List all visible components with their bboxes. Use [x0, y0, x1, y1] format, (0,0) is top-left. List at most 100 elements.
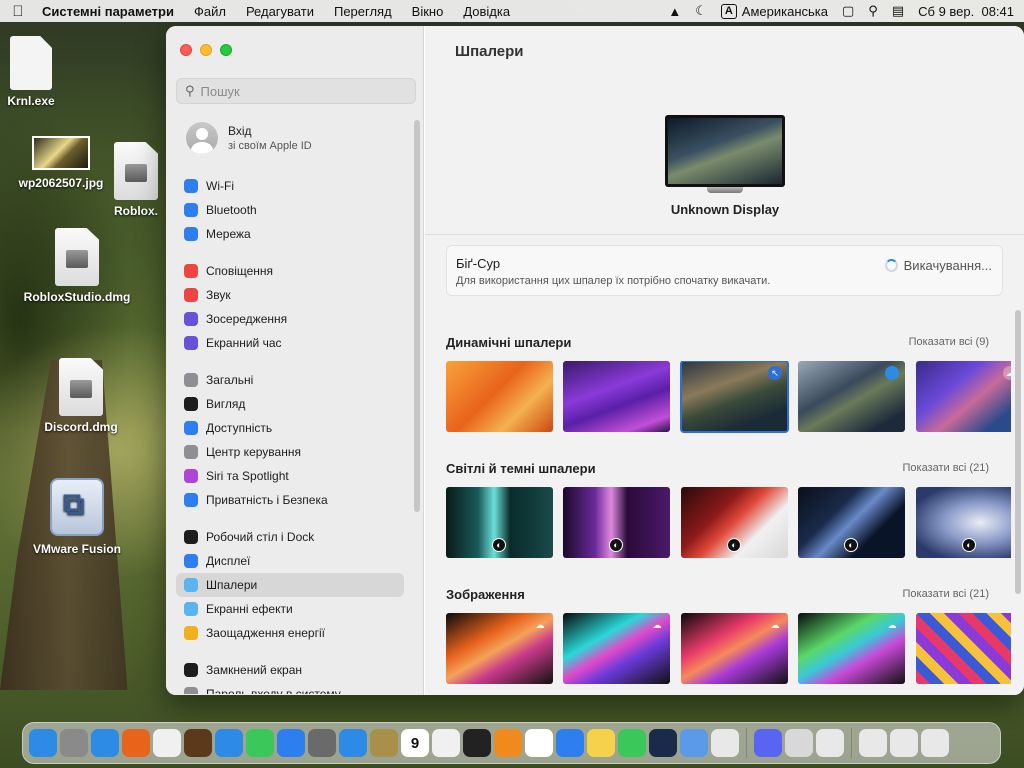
wallpaper-thumbnail[interactable] [563, 361, 670, 432]
menu-view[interactable]: Перегляд [334, 4, 392, 19]
vlc-status-icon[interactable]: ▲ [668, 4, 681, 19]
desktop-file-discord[interactable]: Discord.dmg [26, 358, 136, 434]
sidebar-item-bell[interactable]: Сповіщення [176, 259, 404, 283]
wallpaper-thumbnail[interactable]: ☁ [563, 613, 670, 684]
display-icon [184, 554, 198, 568]
sidebar-item-wallpaper[interactable]: Шпалери [176, 573, 404, 597]
minimize-button[interactable] [200, 44, 212, 56]
dock-app-app-store-icon[interactable] [215, 729, 243, 757]
dock-app-discord-icon[interactable] [754, 729, 782, 757]
menu-app-name[interactable]: Системні параметри [42, 4, 174, 19]
dock-app-mail-icon[interactable] [339, 729, 367, 757]
menu-window[interactable]: Вікно [412, 4, 444, 19]
dock-app-calendar-icon[interactable]: 9 [401, 729, 429, 757]
dock-app-terminal-icon[interactable] [463, 729, 491, 757]
sidebar-item-bulb[interactable]: Заощадження енергії [176, 621, 404, 645]
dock-app-quicktime-icon[interactable] [649, 729, 677, 757]
dock-app-finder-icon[interactable] [29, 729, 57, 757]
key-icon [184, 687, 198, 694]
wallpaper-thumbnail[interactable]: ☁ [446, 613, 553, 684]
wallpaper-thumbnail[interactable]: ☁ [916, 361, 1011, 432]
dock-app-keychain-icon[interactable] [816, 729, 844, 757]
wallpaper-thumbnail[interactable] [798, 361, 905, 432]
display-stand [707, 187, 743, 193]
sidebar-item-hand[interactable]: Приватність і Безпека [176, 488, 404, 512]
dock-app-preview-icon[interactable] [711, 729, 739, 757]
menu-edit[interactable]: Редагувати [246, 4, 314, 19]
sidebar-item-moon[interactable]: Зосередження [176, 307, 404, 331]
sidebar-item-bluetooth[interactable]: Bluetooth [176, 198, 404, 222]
input-source-menu[interactable]: A Американська [720, 3, 828, 19]
wallpaper-thumbnail[interactable]: ☁ [798, 613, 905, 684]
dock-app-files-icon[interactable] [890, 729, 918, 757]
sidebar-item-speaker[interactable]: Звук [176, 283, 404, 307]
sidebar-item-globe[interactable]: Мережа [176, 222, 404, 246]
wallpaper-thumbnail-selected[interactable]: ↖ [680, 361, 789, 433]
apple-menu-icon[interactable]:  [10, 3, 26, 20]
desktop-file-roblox[interactable]: Roblox. [96, 142, 176, 218]
sidebar-item-key[interactable]: Пароль входу в систему [176, 682, 404, 694]
sidebar-item-dock[interactable]: Робочий стіл і Dock [176, 525, 404, 549]
dock-app-launchpad-icon[interactable] [60, 729, 88, 757]
dock-app-vs-code-icon[interactable] [556, 729, 584, 757]
menu-help[interactable]: Довідка [463, 4, 510, 19]
dock-app-textedit-icon[interactable] [432, 729, 460, 757]
sidebar-item-gear[interactable]: Загальні [176, 368, 404, 392]
wallpaper-thumbnail[interactable] [916, 613, 1011, 684]
close-button[interactable] [180, 44, 192, 56]
sidebar-scrollbar[interactable] [414, 120, 420, 512]
show-all-pictures-button[interactable]: Показати всі (21) [902, 588, 989, 600]
dock-app-system-settings-icon[interactable] [308, 729, 336, 757]
dock-app-xcode-icon[interactable] [277, 729, 305, 757]
spotlight-search-icon[interactable]: ⚲ [868, 3, 878, 19]
dock-app-xcode-preview-icon[interactable] [680, 729, 708, 757]
sidebar-item-label: Звук [206, 288, 231, 302]
sidebar-item-appearance[interactable]: Вигляд [176, 392, 404, 416]
dock-app-downloads-icon[interactable] [859, 729, 887, 757]
show-all-light-dark-button[interactable]: Показати всі (21) [902, 462, 989, 474]
content-scrollbar[interactable] [1015, 310, 1021, 594]
sidebar-item-screensaver[interactable]: Екранні ефекти [176, 597, 404, 621]
show-all-dynamic-button[interactable]: Показати всі (9) [909, 336, 989, 348]
input-source-label: Американська [741, 3, 828, 19]
wallpaper-thumbnail[interactable]: ◐ [563, 487, 670, 558]
zoom-button[interactable] [220, 44, 232, 56]
wallpaper-thumbnail[interactable]: ◐ [798, 487, 905, 558]
wallpaper-thumbnail[interactable]: ◐ [916, 487, 1011, 558]
search-input[interactable] [200, 83, 401, 99]
dock-app-firefox-icon[interactable] [122, 729, 150, 757]
wallpaper-thumbnail[interactable]: ◐ [681, 487, 788, 558]
menu-file[interactable]: Файл [194, 4, 226, 19]
dock-app-facetime-icon[interactable] [618, 729, 646, 757]
dock-app-trash-icon[interactable] [921, 729, 949, 757]
screen-mirroring-icon[interactable]: ▢ [842, 3, 854, 19]
sidebar-item-hourglass[interactable]: Екранний час [176, 331, 404, 355]
dock-app-chrome-icon[interactable] [153, 729, 181, 757]
wallpaper-thumbnail[interactable]: ◐ [446, 487, 553, 558]
dock-app-safari-icon[interactable] [91, 729, 119, 757]
dock-app-notes-icon[interactable] [370, 729, 398, 757]
sidebar-item-lock[interactable]: Замкнений екран [176, 658, 404, 682]
search-field[interactable]: ⚲ [176, 78, 416, 104]
dock-app-notes-icon[interactable] [587, 729, 615, 757]
dock-app-instruments-icon[interactable] [184, 729, 212, 757]
sidebar-item-control-center[interactable]: Центр керування [176, 440, 404, 464]
desktop-app-vmware[interactable]: VMware Fusion [22, 478, 132, 556]
sidebar-item-wifi[interactable]: Wi-Fi [176, 174, 404, 198]
sidebar-item-siri[interactable]: Siri та Spotlight [176, 464, 404, 488]
wallpaper-thumbnail[interactable] [446, 361, 553, 432]
menu-datetime[interactable]: Сб 9 вер. 08:41 [918, 4, 1014, 19]
desktop-file-robloxstudio[interactable]: RobloxStudio.dmg [22, 228, 132, 304]
wallpaper-thumbnail[interactable]: ☁ [681, 613, 788, 684]
dock-app-reminders-icon[interactable] [525, 729, 553, 757]
control-center-icon[interactable]: ▤ [892, 3, 904, 19]
sidebar-item-display[interactable]: Дисплеї [176, 549, 404, 573]
dock-app-messages-icon[interactable] [246, 729, 274, 757]
apple-id-signin[interactable]: Вхід зі своїм Apple ID [186, 122, 312, 154]
focus-moon-icon[interactable]: ☾ [695, 3, 707, 19]
dock-app-screen-icon[interactable] [785, 729, 813, 757]
dock-app-vlc-icon[interactable] [494, 729, 522, 757]
desktop-file-krnl[interactable]: Krnl.exe [0, 36, 86, 108]
sidebar-item-accessibility[interactable]: Доступність [176, 416, 404, 440]
